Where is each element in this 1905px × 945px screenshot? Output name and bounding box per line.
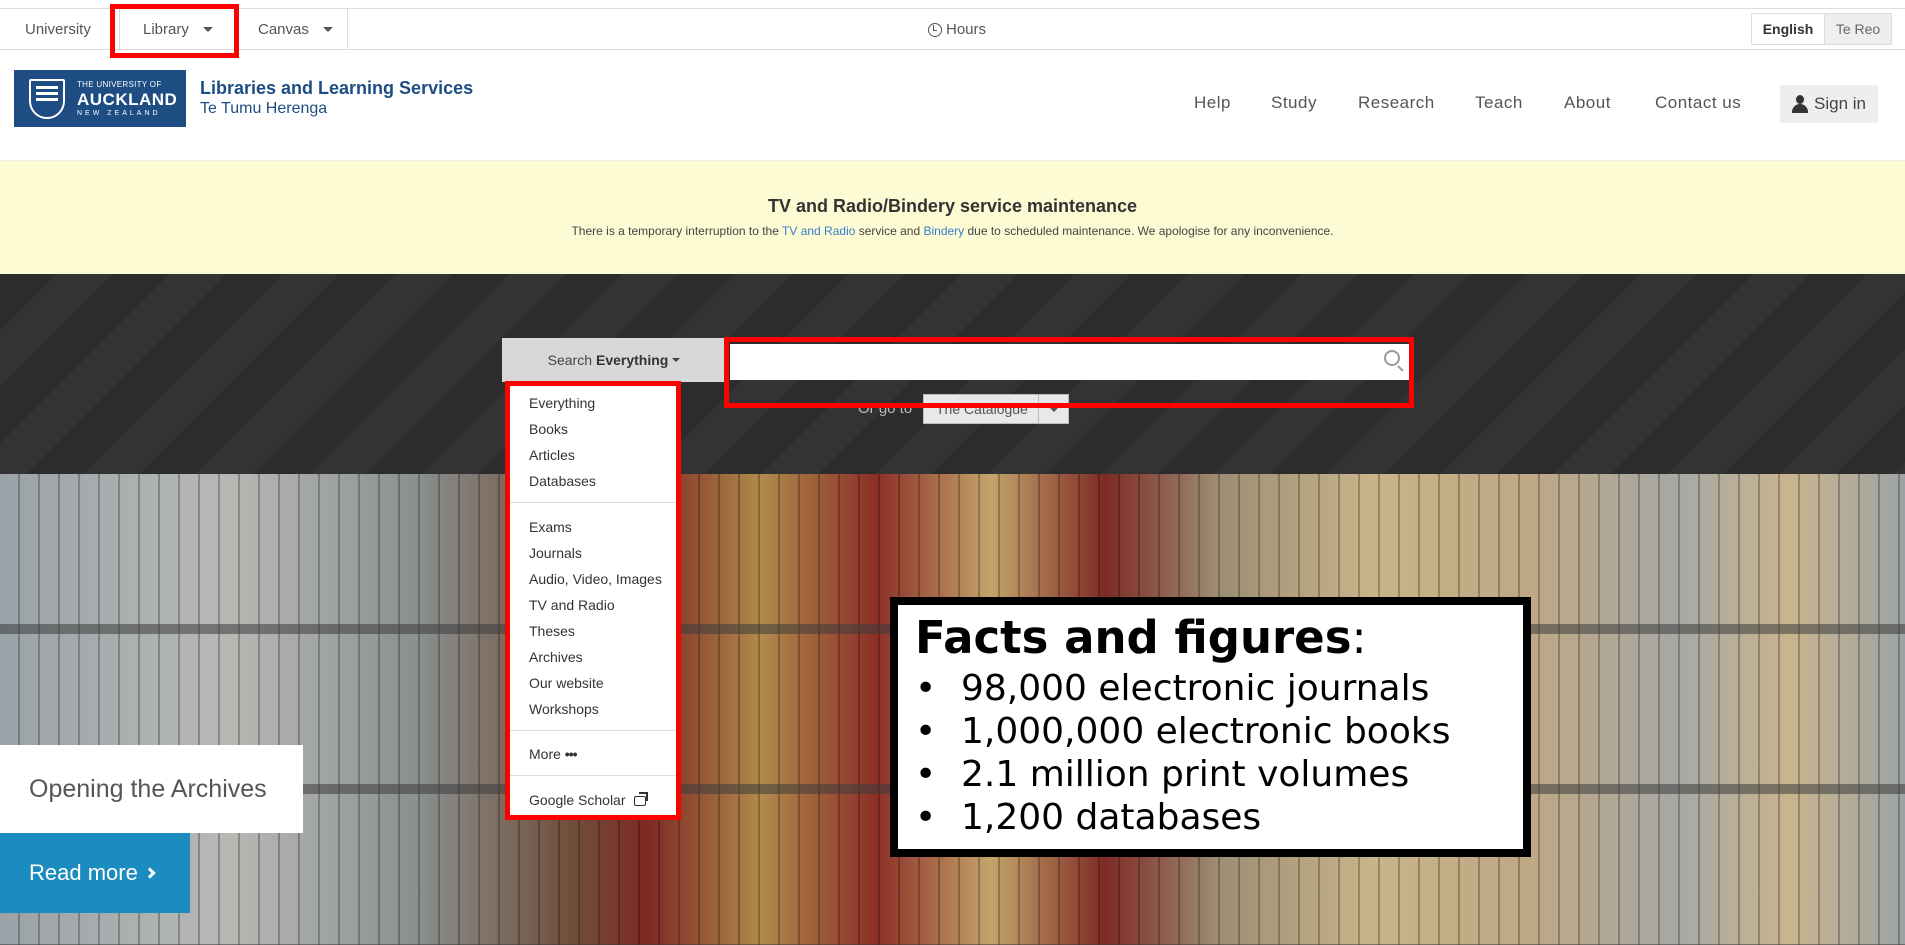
nav-help[interactable]: Help [1194,93,1231,113]
university-logo[interactable]: THE UNIVERSITY OF AUCKLAND NEW ZEALAND [14,70,186,127]
site-title[interactable]: Libraries and Learning Services Te Tumu … [200,78,473,118]
library-highlight [110,4,239,58]
university-link[interactable]: University [25,9,91,50]
chevron-down-icon [322,27,333,32]
hours-link[interactable]: Hours [928,9,986,50]
menu-item-everything[interactable]: Everything [529,395,595,411]
nav-study[interactable]: Study [1271,93,1317,113]
language-tereo[interactable]: Te Reo [1824,13,1892,45]
menu-item-articles[interactable]: Articles [529,447,575,463]
alert-message: There is a temporary interruption to the… [571,224,1334,238]
read-more-button[interactable]: Read more [0,833,190,913]
menu-divider [510,730,676,731]
divider [347,9,348,50]
facts-title: Facts and figures: [915,611,1367,664]
list-item: 1,000,000 electronic books [915,710,1523,753]
tv-radio-link[interactable]: TV and Radio [782,224,855,238]
user-icon [1792,95,1808,113]
menu-item-workshops[interactable]: Workshops [529,701,599,717]
menu-item-books[interactable]: Books [529,421,568,437]
nav-teach[interactable]: Teach [1475,93,1523,113]
bindery-link[interactable]: Bindery [923,224,964,238]
facts-callout: Facts and figures: 98,000 electronic jou… [890,597,1531,857]
alert-title: TV and Radio/Bindery service maintenance [767,196,1138,216]
logo-line-1: THE UNIVERSITY OF [77,79,162,89]
menu-item-more[interactable]: More ••• [529,746,577,762]
list-item: 98,000 electronic journals [915,667,1523,710]
nav-contact-us[interactable]: Contact us [1655,93,1741,113]
search-input-highlight [724,337,1414,408]
ellipsis-icon: ••• [564,746,578,762]
logo-line-3: NEW ZEALAND [77,109,161,117]
list-item: 2.1 million print volumes [915,753,1523,796]
list-item: 1,200 databases [915,796,1523,839]
chevron-right-icon [144,867,156,879]
nav-about[interactable]: About [1564,93,1611,113]
menu-divider [510,775,676,776]
canvas-dropdown[interactable]: Canvas [258,9,333,50]
nav-research[interactable]: Research [1358,93,1435,113]
menu-item-databases[interactable]: Databases [529,473,596,489]
menu-item-google-scholar[interactable]: Google Scholar [529,792,648,808]
clock-icon [928,22,942,37]
maintenance-alert: TV and Radio/Bindery service maintenance… [0,160,1905,274]
site-title-main: Libraries and Learning Services [200,78,474,98]
language-english[interactable]: English [1751,13,1825,45]
sign-in-button[interactable]: Sign in [1780,85,1878,123]
search-scope-menu: Everything Books Articles Databases Exam… [505,381,681,820]
menu-item-exams[interactable]: Exams [529,519,572,535]
logo-line-2: AUCKLAND [77,89,178,109]
menu-item-audio-video-images[interactable]: Audio, Video, Images [529,571,662,587]
site-header: THE UNIVERSITY OF AUCKLAND NEW ZEALAND L… [0,50,1905,160]
hero-title: Opening the Archives [0,745,303,833]
chevron-down-icon [672,358,681,362]
facts-list: 98,000 electronic journals 1,000,000 ele… [915,667,1523,839]
external-link-icon [633,792,648,806]
menu-item-tv-radio[interactable]: TV and Radio [529,597,615,613]
utility-bar: University Library Canvas Hours English … [0,8,1905,50]
menu-item-archives[interactable]: Archives [529,649,583,665]
menu-item-theses[interactable]: Theses [529,623,575,639]
menu-item-our-website[interactable]: Our website [529,675,604,691]
menu-item-journals[interactable]: Journals [529,545,582,561]
search-scope-button[interactable]: Search Everything [502,338,726,382]
site-title-sub: Te Tumu Herenga [200,100,328,117]
menu-divider [510,502,676,503]
crest-icon [29,78,65,119]
